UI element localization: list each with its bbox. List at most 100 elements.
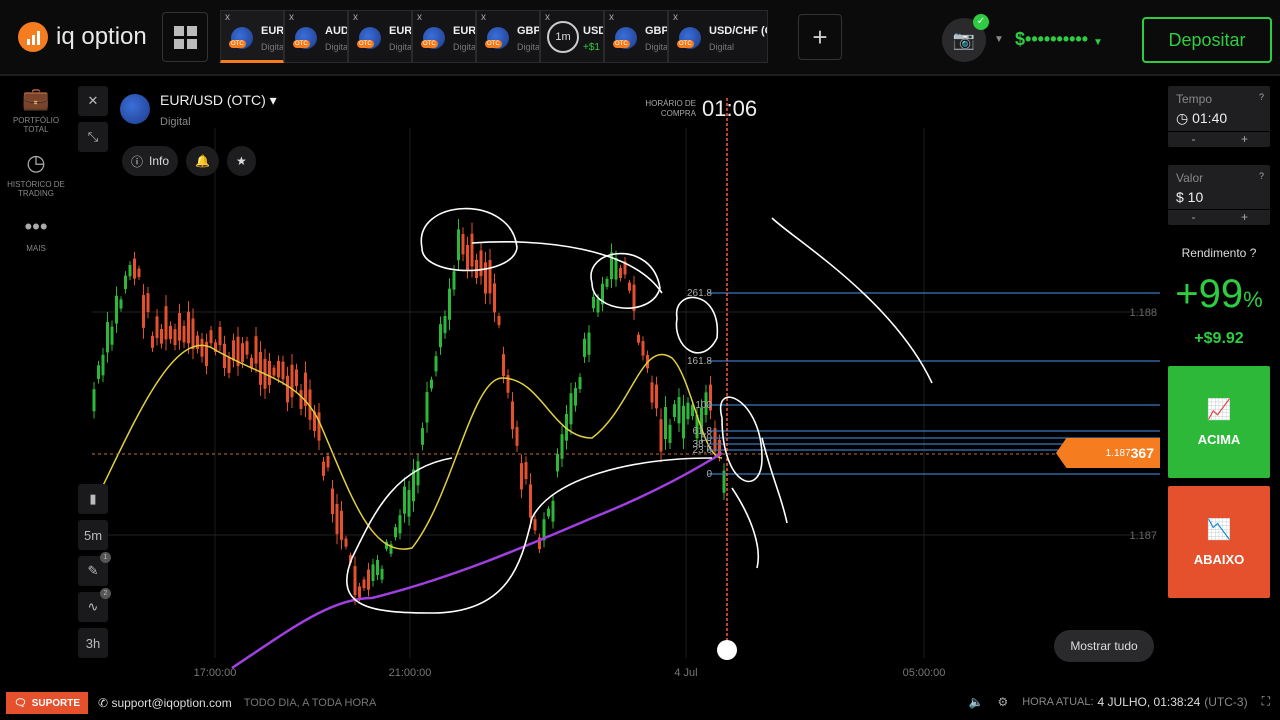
- asset-tab[interactable]: xGBPDigital: [604, 10, 668, 63]
- info-button[interactable]: ⓘ Info: [122, 146, 179, 176]
- candle: [673, 404, 676, 417]
- price-axis-label: 1.188: [1129, 307, 1157, 319]
- candle: [173, 329, 177, 346]
- call-button[interactable]: 📈 ACIMA: [1168, 366, 1270, 478]
- alert-button[interactable]: 🔔: [186, 146, 219, 176]
- flag-icon: [293, 27, 317, 49]
- collapse-button[interactable]: ⤡: [78, 122, 108, 152]
- hand-drawn-annotation: [675, 296, 718, 354]
- camera-button[interactable]: 📷 ✓: [942, 14, 989, 62]
- candle: [196, 335, 199, 350]
- candle: [448, 288, 451, 320]
- candle: [569, 393, 573, 425]
- candle: [592, 296, 595, 309]
- flag-icon: [677, 27, 701, 49]
- candle: [520, 463, 523, 490]
- chart-type-button[interactable]: ▮: [78, 484, 108, 514]
- asset-tab[interactable]: xGBPDigital: [476, 10, 540, 63]
- add-tab-button[interactable]: +: [798, 14, 842, 60]
- top-bar: iq option xEURDigitalxAUDDigitalxEURDigi…: [0, 0, 1280, 76]
- candle: [443, 316, 447, 334]
- candle: [502, 354, 505, 376]
- eur-usd-flag-icon: [120, 94, 150, 124]
- candle: [668, 424, 672, 443]
- settings-icon[interactable]: ⚙: [997, 695, 1008, 709]
- candle: [362, 579, 366, 589]
- close-tab-icon[interactable]: x: [545, 12, 550, 23]
- indicators-button[interactable]: ∿ 2: [78, 588, 111, 622]
- nav-portfolio[interactable]: 💼 PORTFÓLIO TOTAL: [0, 86, 72, 134]
- close-tab-icon[interactable]: x: [225, 12, 230, 23]
- candle: [412, 469, 415, 502]
- info-icon: ⓘ: [131, 154, 144, 169]
- support-email[interactable]: ✆ support@iqoption.com: [98, 696, 232, 710]
- close-chart-button[interactable]: ✕: [78, 86, 108, 116]
- candle: [232, 340, 235, 361]
- timeframe-button[interactable]: 5m: [78, 520, 108, 550]
- candle: [367, 569, 370, 590]
- amount-minus-button[interactable]: -: [1168, 210, 1219, 225]
- candle: [124, 275, 127, 290]
- candle: [547, 508, 550, 517]
- close-tab-icon[interactable]: x: [673, 12, 678, 23]
- price-axis-label: 1.187: [1129, 530, 1157, 542]
- fullscreen-icon[interactable]: ⛶: [1262, 694, 1270, 709]
- candle: [358, 586, 361, 598]
- close-tab-icon[interactable]: x: [481, 12, 486, 23]
- profit-value: +$9.92: [1194, 330, 1244, 347]
- more-icon: •••: [24, 214, 48, 239]
- close-tab-icon[interactable]: x: [417, 12, 422, 23]
- candle: [218, 326, 222, 346]
- amount-plus-button[interactable]: +: [1219, 210, 1270, 225]
- timer-icon: 1m: [547, 21, 579, 53]
- logo[interactable]: iq option: [18, 22, 147, 52]
- amount-box[interactable]: Valor? $ 10 - +: [1168, 165, 1270, 225]
- draw-tool-button[interactable]: ✎ 1: [78, 552, 111, 586]
- candle: [353, 566, 357, 596]
- candle: [650, 382, 654, 403]
- asset-tab[interactable]: xEURDigital: [220, 10, 284, 63]
- asset-tab[interactable]: x 1m USD +$1: [540, 10, 604, 63]
- asset-tab[interactable]: xAUDDigital: [284, 10, 348, 63]
- candle: [452, 271, 456, 290]
- asset-tab[interactable]: xEURDigital: [412, 10, 476, 63]
- put-button[interactable]: 📉 ABAIXO: [1168, 486, 1270, 598]
- candle: [380, 568, 384, 580]
- balance[interactable]: $•••••••••• ▼: [1015, 29, 1103, 50]
- grid-layout-button[interactable]: [162, 12, 208, 62]
- chevron-down-icon[interactable]: ▼: [994, 34, 1004, 45]
- candle: [119, 299, 123, 309]
- candle: [394, 527, 397, 538]
- time-axis-label: 17:00:00: [194, 667, 237, 679]
- time-axis-label: 21:00:00: [389, 667, 432, 679]
- candle: [241, 343, 244, 363]
- candle: [430, 379, 433, 389]
- time-axis-label: 4 Jul: [674, 667, 697, 679]
- star-icon: ★: [235, 154, 247, 168]
- show-all-button[interactable]: Mostrar tudo: [1054, 630, 1154, 662]
- deposit-button[interactable]: Depositar: [1142, 17, 1272, 63]
- support-button[interactable]: 🗨 SUPORTE: [6, 692, 89, 714]
- candle: [322, 461, 325, 476]
- sound-icon[interactable]: 🔈: [968, 695, 983, 709]
- nav-history[interactable]: ◷ HISTÓRICO DE TRADING: [0, 150, 72, 198]
- close-tab-icon[interactable]: x: [289, 12, 294, 23]
- candle: [290, 364, 294, 398]
- time-plus-button[interactable]: +: [1219, 132, 1270, 147]
- logo-icon: [18, 22, 48, 52]
- trend-down-icon: 📉: [1206, 519, 1232, 541]
- candle: [407, 489, 411, 517]
- candle: [277, 360, 280, 378]
- time-minus-button[interactable]: -: [1168, 132, 1219, 147]
- candle: [551, 500, 555, 522]
- asset-tab[interactable]: xEURDigital: [348, 10, 412, 63]
- close-tab-icon[interactable]: x: [609, 12, 614, 23]
- asset-tab[interactable]: xUSD/CHF (O...Digital: [668, 10, 768, 63]
- candle: [254, 336, 258, 364]
- period-button[interactable]: 3h: [78, 628, 108, 658]
- nav-more[interactable]: ••• MAIS: [0, 214, 72, 253]
- time-box[interactable]: Tempo? ◷ 01:40 - +: [1168, 86, 1270, 147]
- close-tab-icon[interactable]: x: [353, 12, 358, 23]
- favorite-button[interactable]: ★: [226, 146, 256, 176]
- candle: [637, 334, 640, 343]
